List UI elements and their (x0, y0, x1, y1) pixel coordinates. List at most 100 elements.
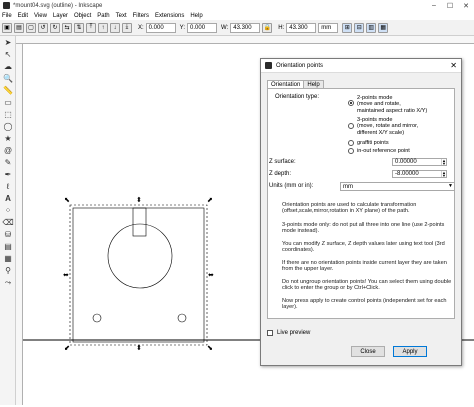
selection-bbox (69, 204, 208, 346)
menu-filters[interactable]: Filters (133, 13, 149, 19)
units-combo[interactable]: mm ▼ (340, 182, 455, 191)
zoom-tool-icon[interactable]: 🔍 (2, 73, 14, 84)
close-button[interactable]: Close (351, 346, 385, 357)
ellipse-tool-icon[interactable]: ◯ (2, 121, 14, 132)
scale-corners-icon[interactable]: ⊟ (354, 22, 365, 33)
lower-icon[interactable]: ↓ (110, 22, 120, 33)
info-text-3: You can modify Z surface, Z depth values… (282, 241, 445, 254)
mount-center-hole (107, 223, 173, 289)
raise-to-top-icon[interactable]: ⤒ (86, 22, 96, 33)
x-input[interactable]: 0.000 (145, 22, 176, 33)
vertical-ruler[interactable] (16, 44, 23, 405)
chevron-down-icon: ▼ (448, 183, 453, 189)
select-all-icon[interactable]: ▣ (2, 22, 12, 33)
lower-to-bottom-icon[interactable]: ⤓ (122, 22, 132, 33)
node-tool-icon[interactable]: ↖ (2, 49, 14, 60)
apply-button[interactable]: Apply (393, 346, 427, 357)
flip-vertical-icon[interactable]: ⇅ (74, 22, 84, 33)
z-depth-label: Z depth: (269, 171, 292, 177)
mount-hole-left (92, 313, 102, 323)
option-in-out-label: in-out reference point (357, 148, 410, 154)
rect-tool-icon[interactable]: ▭ (2, 97, 14, 108)
tool-controls-bar: ▣ ▤ ▢ ↺ ↻ ⇆ ⇅ ⤒ ↑ ↓ ⤓ X: 0.000 Y: 0.000 … (0, 20, 474, 36)
orientation-points-dialog: Orientation points ✕ Orientation Help Or… (260, 58, 462, 366)
scale-stroke-icon[interactable]: ⊞ (342, 22, 353, 33)
z-surface-label: Z surface: (269, 159, 296, 165)
menu-file[interactable]: File (2, 13, 12, 19)
option-3-points-label: 3-points mode (move, rotate and mirror, … (357, 117, 419, 136)
toolbox: ➤ ↖ ☁ 🔍 📏 ▭ ⬚ ◯ ★ @ ✎ ✒ ℓ A ⁘ ⌫ ⛁ ▤ ▦ ⚲ … (0, 36, 16, 405)
star-tool-icon[interactable]: ★ (2, 133, 14, 144)
spray-tool-icon[interactable]: ⁘ (2, 205, 14, 216)
radio-graffiti[interactable] (348, 140, 354, 146)
scale-handle-sw: ⬋ (64, 345, 70, 352)
window-title: *mount04.svg (outline) - Inkscape (13, 2, 103, 9)
rotate-ccw-icon[interactable]: ↺ (38, 22, 48, 33)
lock-ratio-icon[interactable]: 🔒 (262, 22, 273, 33)
calligraphy-tool-icon[interactable]: ℓ (2, 181, 14, 192)
scale-handle-e: ⬌ (208, 272, 214, 279)
menu-edit[interactable]: Edit (18, 13, 28, 19)
measure-tool-icon[interactable]: 📏 (2, 85, 14, 96)
menu-view[interactable]: View (34, 13, 47, 19)
unit-select[interactable]: mm (318, 22, 339, 33)
pencil-tool-icon[interactable]: ✎ (2, 157, 14, 168)
info-text-2: 3-points mode only: do not put all three… (282, 222, 445, 235)
dialog-close-icon[interactable]: ✕ (450, 61, 457, 70)
w-input[interactable]: 43.300 (230, 22, 261, 33)
close-window-button[interactable]: ✕ (458, 0, 474, 11)
move-gradients-icon[interactable]: ▥ (366, 22, 377, 33)
menu-help[interactable]: Help (190, 13, 202, 19)
dropper-tool-icon[interactable]: ⚲ (2, 265, 14, 276)
dialog-title: Orientation points (276, 62, 324, 69)
rotate-cw-icon[interactable]: ↻ (50, 22, 60, 33)
info-text-1: Orientation points are used to calculate… (282, 202, 417, 215)
live-preview-label: Live preview (277, 330, 311, 336)
move-patterns-icon[interactable]: ▦ (378, 22, 389, 33)
spin-arrows-icon[interactable]: ▲ ▼ (441, 159, 446, 166)
minimize-button[interactable]: – (426, 0, 442, 11)
deselect-icon[interactable]: ▢ (26, 22, 36, 33)
box3d-tool-icon[interactable]: ⬚ (2, 109, 14, 120)
spin-arrows-icon[interactable]: ▲ ▼ (441, 171, 446, 178)
radio-3-points[interactable] (348, 123, 354, 129)
radio-2-points[interactable] (348, 100, 354, 106)
spiral-tool-icon[interactable]: @ (2, 145, 14, 156)
flip-horizontal-icon[interactable]: ⇆ (62, 22, 72, 33)
horizontal-ruler[interactable] (16, 36, 474, 44)
menu-path[interactable]: Path (97, 13, 109, 19)
text-tool-icon[interactable]: A (2, 193, 14, 204)
info-text-5: Do not ungroup orientation points! You c… (282, 279, 452, 292)
menu-text[interactable]: Text (116, 13, 127, 19)
radio-in-out[interactable] (348, 148, 354, 154)
maximize-button[interactable]: ☐ (442, 0, 458, 11)
live-preview-checkbox[interactable] (267, 330, 273, 336)
mount-slot-outline (132, 207, 147, 237)
gradient-tool-icon[interactable]: ▤ (2, 241, 14, 252)
menu-extensions[interactable]: Extensions (155, 13, 184, 19)
dialog-title-bar: Orientation points ✕ (261, 59, 461, 73)
z-depth-input[interactable]: -8.00000 ▲ ▼ (392, 170, 447, 178)
units-label: Units (mm or in): (269, 183, 314, 189)
tweak-tool-icon[interactable]: ☁ (2, 61, 14, 72)
mesh-tool-icon[interactable]: ▦ (2, 253, 14, 264)
bucket-tool-icon[interactable]: ⛁ (2, 229, 14, 240)
raise-icon[interactable]: ↑ (98, 22, 108, 33)
select-all-layers-icon[interactable]: ▤ (14, 22, 24, 33)
y-input[interactable]: 0.000 (187, 22, 218, 33)
menu-bar: File Edit View Layer Object Path Text Fi… (0, 11, 474, 20)
connector-tool-icon[interactable]: ⤳ (2, 277, 14, 288)
inkscape-logo-icon (3, 2, 10, 9)
scale-handle-w: ⬌ (63, 272, 69, 279)
eraser-tool-icon[interactable]: ⌫ (2, 217, 14, 228)
y-label: Y: (179, 24, 186, 31)
select-tool-icon[interactable]: ➤ (2, 37, 14, 48)
title-bar: *mount04.svg (outline) - Inkscape – ☐ ✕ (0, 0, 474, 11)
menu-layer[interactable]: Layer (53, 13, 68, 19)
x-label: X: (138, 24, 144, 31)
z-surface-value: 0.00000 (395, 159, 417, 165)
h-input[interactable]: 43.300 (286, 22, 317, 33)
z-surface-input[interactable]: 0.00000 ▲ ▼ (392, 158, 447, 166)
menu-object[interactable]: Object (74, 13, 91, 19)
pen-tool-icon[interactable]: ✒ (2, 169, 14, 180)
